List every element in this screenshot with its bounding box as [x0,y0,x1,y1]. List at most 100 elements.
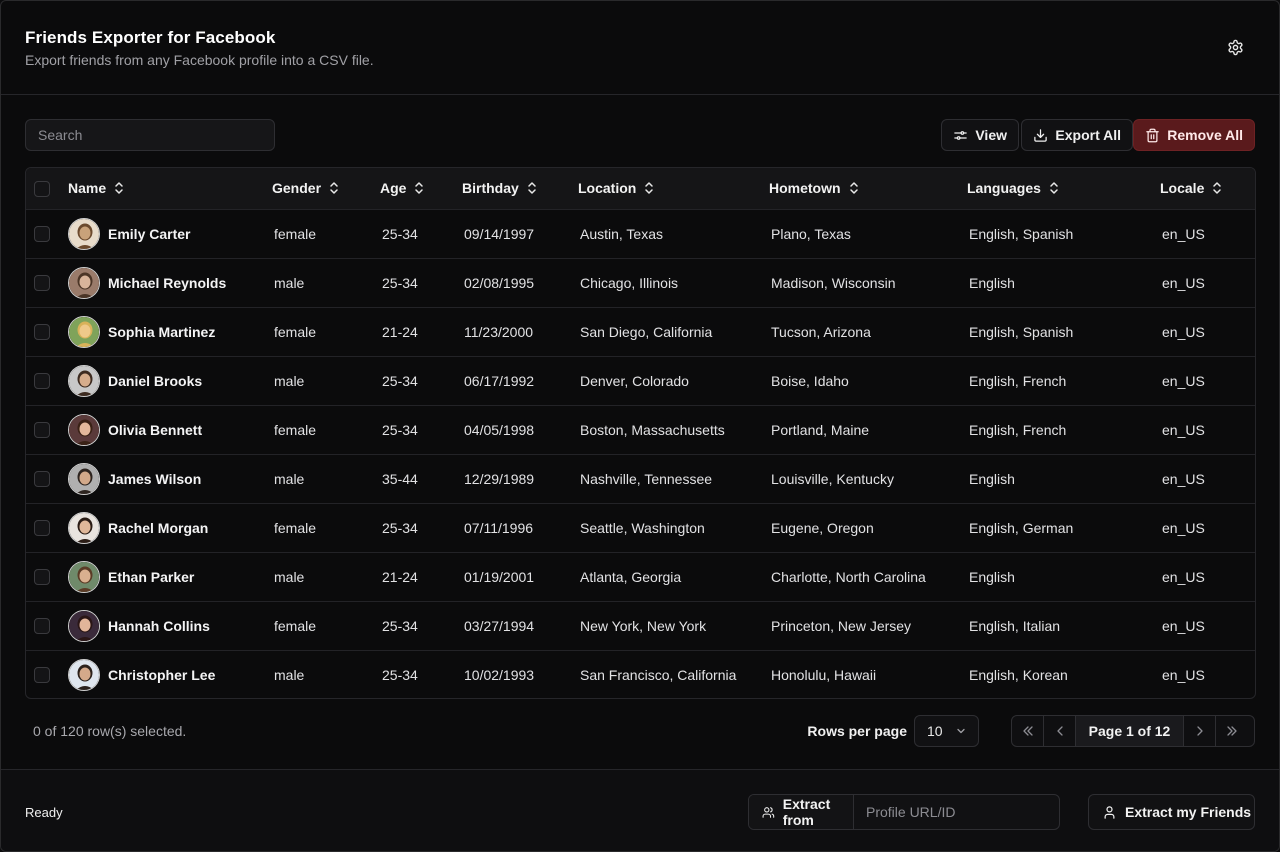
extract-my-friends-button[interactable]: Extract my Friends [1088,794,1255,830]
settings-button[interactable] [1227,39,1245,57]
pagination-bar: 0 of 120 row(s) selected. Rows per page … [25,715,1255,747]
friend-name: Sophia Martinez [108,323,216,340]
cell-age: 21-24 [382,323,418,340]
export-all-label: Export All [1055,127,1121,143]
sort-icon [1050,182,1058,194]
cell-languages: English [969,274,1015,291]
name-cell: Michael Reynolds [68,266,272,299]
extract-from-button[interactable]: Extract from [749,795,854,829]
row-checkbox[interactable] [34,471,50,488]
cell-hometown: Tucson, Arizona [771,323,871,340]
column-header-locale[interactable]: Locale [1160,168,1255,209]
cell-birthday: 07/11/1996 [464,519,534,536]
cell-birthday: 02/08/1995 [464,274,535,291]
status-text: Ready [25,805,63,820]
table-row[interactable]: Rachel Morgan female 25-34 07/11/1996 Seattl… [26,503,1255,552]
name-cell: James Wilson [68,462,272,495]
cell-gender: male [274,568,305,585]
cell-locale: en_US [1162,519,1205,536]
cell-gender: male [274,372,305,389]
chevrons-left-icon [1022,726,1033,736]
sliders-icon [954,130,968,140]
cell-location: Austin, Texas [580,225,664,242]
name-cell: Rachel Morgan [68,511,272,544]
friend-name: James Wilson [108,470,202,487]
export-all-button[interactable]: Export All [1021,119,1133,151]
cell-age: 25-34 [382,617,418,634]
row-checkbox[interactable] [34,569,50,586]
table-row[interactable]: Hannah Collins female 25-34 03/27/1994 New Y… [26,601,1255,650]
selection-count: 0 of 120 row(s) selected. [33,723,187,739]
name-cell: Daniel Brooks [68,364,272,397]
cell-languages: English [969,470,1015,487]
previous-page-button[interactable] [1044,716,1076,746]
table-row[interactable]: Daniel Brooks male 25-34 06/17/1992 Denver, … [26,356,1255,405]
extract-from-label: Extract from [782,796,831,828]
column-header-name[interactable]: Name [68,168,272,209]
avatar [68,315,100,348]
rows-per-page-label: Rows per page [807,723,907,739]
cell-gender: female [274,617,317,634]
friend-name: Christopher Lee [108,666,216,683]
row-checkbox[interactable] [34,324,50,341]
view-button[interactable]: View [941,119,1019,151]
chevron-down-icon [957,728,965,734]
table-row[interactable]: Sophia Martinez female 21-24 11/23/2000 San … [26,307,1255,356]
app-header: Friends Exporter for Facebook Export fri… [1,1,1279,95]
remove-all-button[interactable]: Remove All [1133,119,1255,151]
table-header-row: Name Gender Age Birthday Location Hometo… [26,168,1255,209]
column-header-languages[interactable]: Languages [967,168,1160,209]
table-row[interactable]: Emily Carter female 25-34 09/14/1997 Austin,… [26,209,1255,258]
table-row[interactable]: Olivia Bennett female 25-34 04/05/1998 Bosto… [26,405,1255,454]
table-row[interactable]: Michael Reynolds male 25-34 02/08/1995 Chica… [26,258,1255,307]
column-header-age[interactable]: Age [380,168,462,209]
select-all-checkbox[interactable] [34,180,50,197]
cell-gender: female [274,323,317,340]
row-checkbox[interactable] [34,520,50,537]
friend-name: Hannah Collins [108,617,210,634]
cell-age: 25-34 [382,519,418,536]
name-cell: Christopher Lee [68,658,272,691]
cell-birthday: 03/27/1994 [464,617,535,634]
column-header-hometown[interactable]: Hometown [769,168,967,209]
cell-birthday: 01/19/2001 [464,568,535,585]
cell-location: Atlanta, Georgia [580,568,682,585]
first-page-button[interactable] [1012,716,1044,746]
cell-hometown: Plano, Texas [771,225,851,242]
cell-languages: English, German [969,519,1074,536]
column-header-location[interactable]: Location [578,168,769,209]
profile-url-input[interactable] [854,795,1059,829]
friend-name: Olivia Bennett [108,421,203,438]
cell-birthday: 04/05/1998 [464,421,535,438]
table-row[interactable]: James Wilson male 35-44 12/29/1989 Nashville… [26,454,1255,503]
row-checkbox[interactable] [34,373,50,390]
row-checkbox[interactable] [34,275,50,292]
row-checkbox[interactable] [34,667,50,684]
sort-icon [849,182,858,194]
column-header-birthday[interactable]: Birthday [462,168,578,209]
cell-locale: en_US [1162,666,1205,683]
row-checkbox[interactable] [34,422,50,439]
column-header-gender[interactable]: Gender [272,168,380,209]
cell-locale: en_US [1162,568,1205,585]
friends-table: Name Gender Age Birthday Location Hometo… [25,167,1256,699]
chevron-right-icon [1196,726,1203,736]
last-page-button[interactable] [1216,716,1248,746]
table-row[interactable]: Ethan Parker male 21-24 01/19/2001 Atlanta, … [26,552,1255,601]
extract-from-group: Extract from [748,794,1060,830]
next-page-button[interactable] [1184,716,1216,746]
sort-icon [528,182,536,194]
friend-name: Rachel Morgan [108,519,209,536]
users-icon [762,806,775,818]
bottom-bar: Ready Extract from or Extract my Friends [1,769,1279,851]
toolbar: View Export All Remove All [25,119,1255,151]
row-checkbox[interactable] [34,618,50,635]
page-indicator: Page 1 of 12 [1076,716,1184,746]
table-row[interactable]: Christopher Lee male 25-34 10/02/1993 San Fr… [26,650,1255,698]
row-checkbox[interactable] [34,226,50,243]
search-input[interactable] [25,119,275,151]
cell-hometown: Honolulu, Hawaii [771,666,877,683]
rows-per-page-select[interactable]: 10 [914,715,979,747]
cell-location: Chicago, Illinois [580,274,679,291]
avatar [68,266,100,299]
